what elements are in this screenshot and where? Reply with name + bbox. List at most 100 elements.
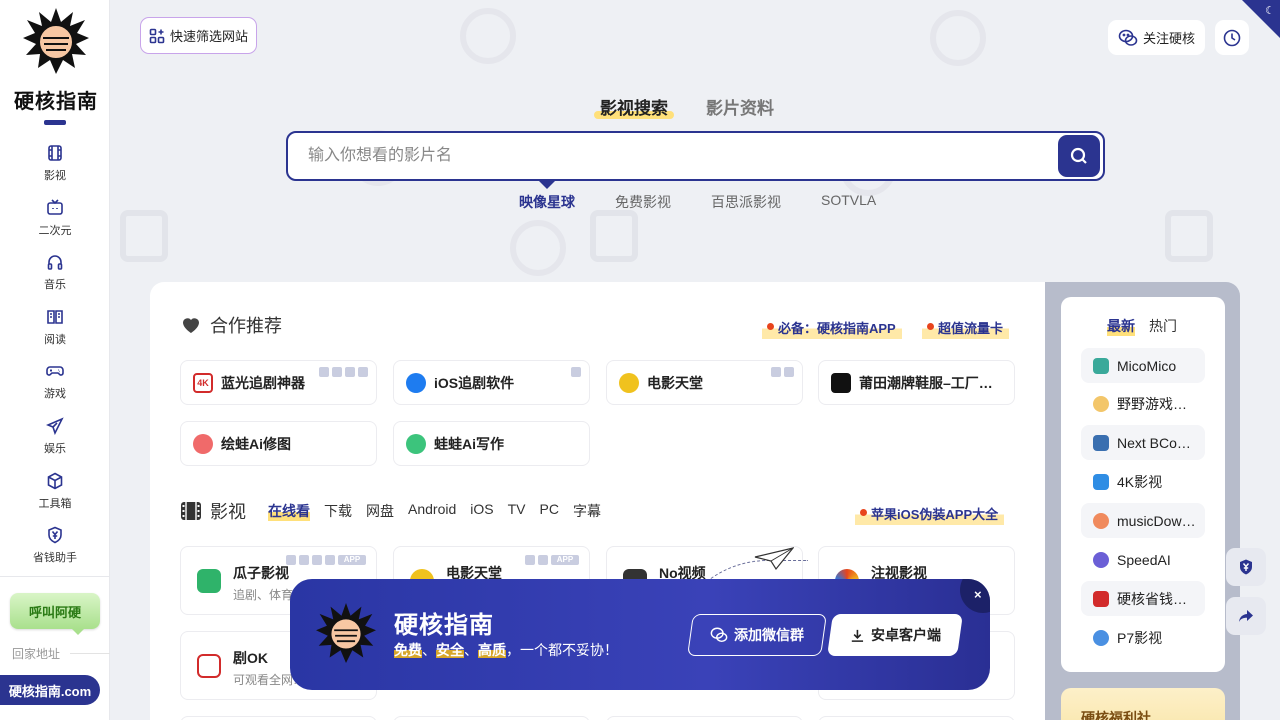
gamepad-icon	[46, 366, 64, 377]
share-arrow-icon	[1239, 610, 1253, 622]
sidebar-item-music[interactable]: 音乐	[0, 251, 110, 306]
list-item-label: P7影视	[1117, 629, 1163, 646]
promo-app-link[interactable]: 必备：硬核指南APP	[762, 316, 902, 339]
heart-icon	[183, 318, 199, 333]
platform-icons: APP	[286, 555, 366, 565]
sidebar-item-label: 娱乐	[44, 442, 66, 455]
partner-card[interactable]: 电影天堂	[606, 360, 803, 405]
list-item[interactable]: Next BCo…	[1081, 425, 1205, 460]
promo-sim-card-link[interactable]: 超值流量卡	[922, 316, 1010, 339]
android-client-button[interactable]: 安卓客户端	[827, 614, 963, 656]
search-bar	[286, 131, 1105, 181]
close-icon: ×	[974, 587, 982, 602]
tab-subtitles[interactable]: 字幕	[573, 501, 601, 521]
list-item[interactable]: 4K影视	[1081, 464, 1205, 499]
tab-netdisk[interactable]: 网盘	[366, 501, 394, 521]
shield-yen-icon	[1240, 559, 1252, 575]
tab-online[interactable]: 在线看	[268, 501, 310, 521]
partner-card[interactable]: 绘蛙Ai修图	[180, 421, 377, 466]
share-float-button[interactable]	[1226, 597, 1266, 635]
apple-icon	[406, 372, 426, 393]
wechat-button-label: 添加微信群	[734, 627, 804, 643]
sidebar-item-movies[interactable]: 影视	[0, 142, 110, 197]
engine-sotvla[interactable]: SOTVLA	[821, 192, 876, 212]
site-icon	[1093, 512, 1109, 529]
list-item[interactable]: 野野游戏…	[1081, 386, 1205, 421]
quick-filter-label: 快速筛选网站	[169, 29, 248, 44]
engine-baisipai[interactable]: 百思派影视	[711, 192, 781, 212]
logo[interactable]: 硬核指南	[14, 8, 98, 113]
follow-label: 关注硬核	[1142, 31, 1195, 46]
book-icon	[47, 309, 63, 324]
latest-hot-tabs: 最新 热门	[1107, 316, 1177, 336]
moon-icon: ☾	[1265, 5, 1275, 17]
tab-android[interactable]: Android	[408, 501, 456, 521]
tab-download[interactable]: 下载	[324, 501, 352, 521]
sidebar-item-label: 音乐	[44, 279, 66, 292]
savings-float-button[interactable]	[1226, 548, 1266, 586]
welfare-card[interactable]: 硬核福利社	[1061, 688, 1225, 720]
sidebar-item-entertainment[interactable]: 娱乐	[0, 415, 110, 470]
banner-close-button[interactable]: ×	[960, 579, 990, 613]
movie-site-card[interactable]	[818, 716, 1015, 720]
cube-icon	[47, 472, 63, 489]
engine-free[interactable]: 免费影视	[615, 192, 671, 212]
sidebar-item-games[interactable]: 游戏	[0, 360, 110, 415]
follow-button[interactable]: 关注硬核	[1108, 20, 1205, 55]
list-item-label: musicDow…	[1117, 512, 1196, 529]
call-assistant-button[interactable]: 呼叫阿硬	[10, 593, 100, 635]
list-item[interactable]: musicDow…	[1081, 503, 1205, 538]
movie-site-card[interactable]	[606, 716, 803, 720]
list-item-label: Next BCo…	[1117, 434, 1191, 451]
quick-filter-button[interactable]: 快速筛选网站	[140, 17, 257, 54]
list-item[interactable]: 硬核省钱…	[1081, 581, 1205, 616]
sidebar: 硬核指南 影视 二次元 音乐 阅读 游戏 娱乐 工具箱 省钱助手 呼叫阿硬 回家…	[0, 0, 110, 720]
list-item[interactable]: SpeedAI	[1081, 542, 1205, 577]
search-icon	[1070, 147, 1087, 164]
tab-tv[interactable]: TV	[508, 501, 526, 521]
add-wechat-group-button[interactable]: 添加微信群	[687, 614, 827, 656]
engine-yingxiang[interactable]: 映像星球	[519, 192, 575, 212]
download-icon	[851, 629, 863, 642]
partner-name: 蓝光追剧神器	[221, 374, 305, 391]
wechat-icon	[710, 627, 728, 643]
sidebar-item-label: 二次元	[38, 224, 72, 237]
tab-movie-info[interactable]: 影片资料	[706, 94, 774, 119]
site-icon	[1093, 473, 1109, 490]
partner-card[interactable]: 4K 蓝光追剧神器	[180, 360, 377, 405]
list-item-label: SpeedAI	[1117, 551, 1171, 568]
highlight-safe: 安全	[436, 642, 464, 658]
sidebar-item-reading[interactable]: 阅读	[0, 306, 110, 361]
list-item[interactable]: P7影视	[1081, 620, 1205, 655]
partner-card[interactable]: 莆田潮牌鞋服–工厂…	[818, 360, 1015, 405]
search-input[interactable]	[288, 133, 1048, 179]
sidebar-item-savings[interactable]: 省钱助手	[0, 524, 110, 579]
movie-site-card[interactable]	[393, 716, 590, 720]
domain-link[interactable]: 硬核指南.com	[0, 675, 100, 705]
platform-icons: APP	[525, 555, 579, 565]
tab-movie-search[interactable]: 影视搜索	[594, 94, 674, 119]
tab-hot[interactable]: 热门	[1149, 316, 1177, 336]
ios-disguise-app-link[interactable]: 苹果iOS伪装APP大全	[855, 502, 1005, 525]
sidebar-item-anime[interactable]: 二次元	[0, 197, 110, 252]
film-icon	[48, 145, 62, 161]
tab-ios[interactable]: iOS	[470, 501, 493, 521]
list-item[interactable]: MicoMico	[1081, 348, 1205, 383]
tab-latest[interactable]: 最新	[1107, 316, 1135, 336]
divider	[70, 653, 110, 654]
home-address-label: 回家地址	[12, 647, 61, 661]
list-item-label: 野野游戏…	[1117, 395, 1187, 412]
slogan-tail: ，一个都不妥协！	[506, 642, 618, 658]
fist-logo-icon	[23, 8, 89, 74]
movie-site-card[interactable]	[180, 716, 377, 720]
sidebar-item-toolbox[interactable]: 工具箱	[0, 470, 110, 525]
movie-category-tabs: 在线看 下载 网盘 Android iOS TV PC 字幕	[268, 501, 601, 521]
partner-card[interactable]: 蛙蛙Ai写作	[393, 421, 590, 466]
fist-logo-icon	[316, 603, 376, 663]
site-icon	[1093, 551, 1109, 568]
film-strip-icon	[181, 502, 201, 520]
partner-card[interactable]: iOS追剧软件	[393, 360, 590, 405]
search-button[interactable]	[1058, 135, 1100, 177]
platform-icons	[571, 367, 581, 377]
tab-pc[interactable]: PC	[540, 501, 559, 521]
